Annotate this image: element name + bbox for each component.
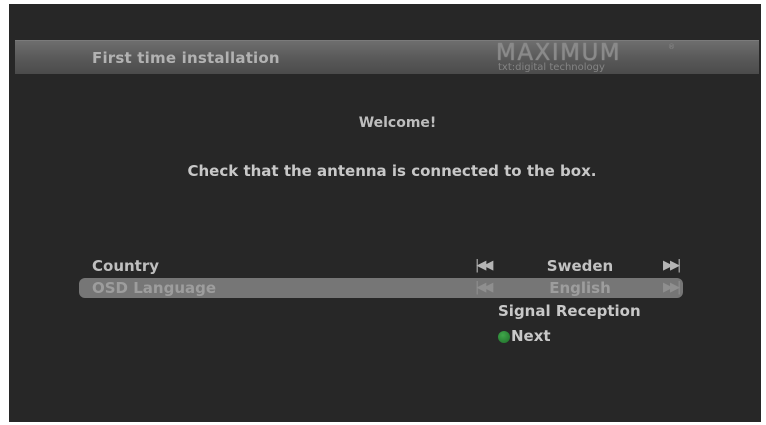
- setting-row-country[interactable]: Country |◀◀ Sweden ▶▶|: [79, 256, 683, 276]
- antenna-instruction: Check that the antenna is connected to t…: [187, 162, 597, 180]
- signal-reception-button[interactable]: Signal Reception: [498, 302, 641, 320]
- brand-logo: MAXIMUM ® txt:digital technology: [496, 42, 676, 74]
- brand-tagline: txt:digital technology: [498, 62, 605, 73]
- page-title: First time installation: [92, 49, 280, 67]
- setting-row-osd-language[interactable]: OSD Language |◀◀ English ▶▶|: [79, 278, 683, 298]
- skip-forward-icon[interactable]: ▶▶|: [663, 258, 681, 274]
- green-key-icon: [498, 331, 510, 343]
- next-label: Next: [511, 327, 551, 345]
- tv-screen: First time installation MAXIMUM ® txt:di…: [9, 4, 761, 422]
- header-bar: First time installation MAXIMUM ® txt:di…: [15, 40, 759, 74]
- setting-label: OSD Language: [92, 279, 217, 297]
- skip-forward-icon[interactable]: ▶▶|: [663, 280, 681, 296]
- registered-mark: ®: [668, 43, 675, 51]
- skip-back-icon[interactable]: |◀◀: [475, 258, 493, 274]
- welcome-heading: Welcome!: [358, 115, 437, 131]
- setting-value: English: [549, 279, 611, 297]
- skip-back-icon[interactable]: |◀◀: [475, 280, 493, 296]
- setting-value: Sweden: [546, 257, 614, 275]
- setting-label: Country: [92, 257, 160, 275]
